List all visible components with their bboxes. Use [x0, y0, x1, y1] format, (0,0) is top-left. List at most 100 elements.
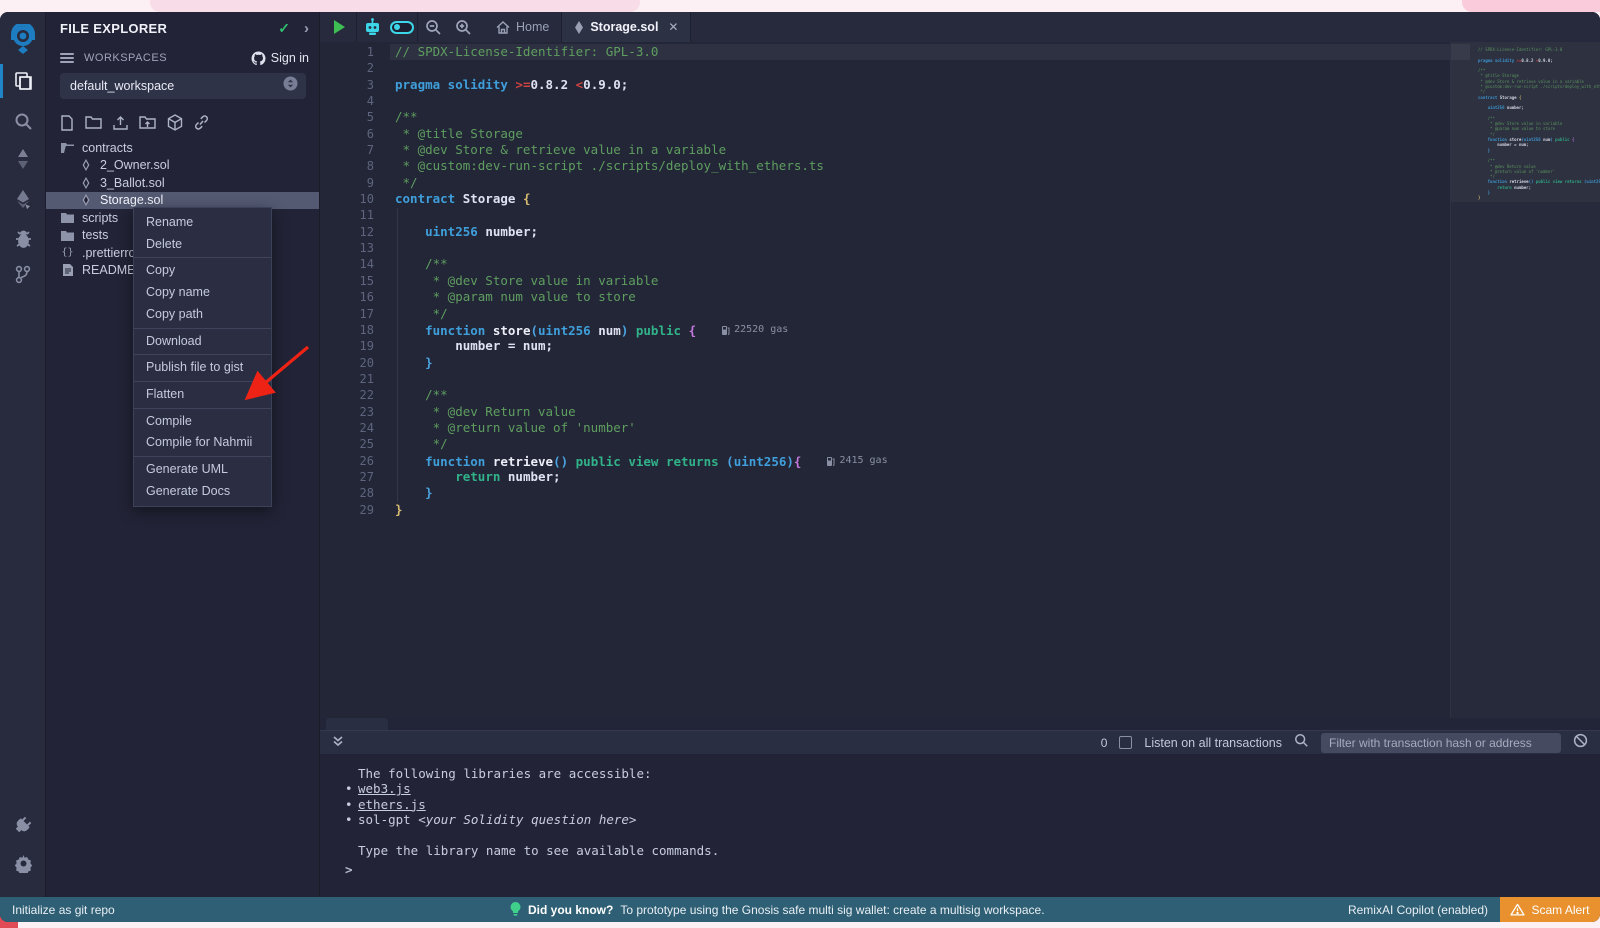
tab-storage-sol[interactable]: Storage.sol ✕: [562, 12, 690, 42]
scam-alert-button[interactable]: Scam Alert: [1500, 897, 1600, 922]
terminal-prompt[interactable]: >: [345, 862, 353, 877]
library-link[interactable]: web3.js: [358, 781, 411, 796]
cube-icon[interactable]: [166, 114, 183, 131]
line-number: 16: [320, 289, 374, 305]
menu-item-copy[interactable]: Copy: [134, 260, 271, 282]
fuel-pump-icon: [722, 325, 730, 335]
remix-logo-icon[interactable]: [0, 20, 46, 58]
terminal-output[interactable]: The following libraries are accessible:•…: [320, 754, 1600, 897]
minimap[interactable]: // SPDX-License-Identifier: GPL-3.0 prag…: [1450, 42, 1600, 718]
line-number: 17: [320, 306, 374, 322]
panel-title: FILE EXPLORER: [60, 21, 167, 36]
git-init-button[interactable]: Initialize as git repo: [12, 903, 115, 917]
expand-terminal-icon[interactable]: [332, 734, 344, 752]
terminal-line: •web3.js: [358, 781, 1600, 796]
copilot-status[interactable]: RemixAI Copilot (enabled): [1348, 903, 1488, 917]
terminal-resize-strip[interactable]: [320, 718, 1600, 730]
tip-text: To prototype using the Gnosis safe multi…: [620, 903, 1044, 917]
play-icon: [334, 20, 345, 34]
file-explorer-icon[interactable]: [0, 62, 46, 100]
solidity-file-icon: [82, 194, 90, 206]
transaction-count: 0: [1101, 736, 1108, 750]
menu-item-copy-name[interactable]: Copy name: [134, 282, 271, 304]
line-number: 15: [320, 273, 374, 289]
tab-home[interactable]: Home: [484, 12, 561, 42]
menu-item-rename[interactable]: Rename: [134, 212, 271, 234]
menu-item-compile-for-nahmii[interactable]: Compile for Nahmii: [134, 432, 271, 454]
toggle-icon: [390, 21, 414, 34]
settings-gear-icon[interactable]: [0, 844, 46, 882]
workspace-select[interactable]: default_workspace: [60, 73, 306, 99]
line-number: 10: [320, 191, 374, 207]
terminal-drag-handle[interactable]: [326, 718, 388, 730]
remixai-robot-icon[interactable]: [357, 12, 387, 42]
menu-item-download[interactable]: Download: [134, 331, 271, 353]
copilot-toggle[interactable]: [387, 12, 417, 42]
zoom-in-icon[interactable]: [448, 12, 478, 42]
line-number: 3: [320, 77, 374, 93]
line-number: 27: [320, 469, 374, 485]
line-number: 19: [320, 338, 374, 354]
editor-topbar: Home Storage.sol ✕: [320, 12, 1600, 42]
line-number: 14: [320, 256, 374, 272]
close-tab-icon[interactable]: ✕: [668, 20, 678, 34]
code-line-13: [395, 240, 1450, 256]
clear-terminal-icon[interactable]: [1573, 733, 1588, 753]
tree-item-3-ballot-sol[interactable]: 3_Ballot.sol: [46, 174, 319, 192]
link-icon[interactable]: [193, 114, 210, 131]
menu-item-generate-uml[interactable]: Generate UML: [134, 459, 271, 481]
workspaces-menu-icon[interactable]: [60, 51, 74, 65]
search-icon[interactable]: [0, 102, 46, 140]
file-context-menu: RenameDelete CopyCopy nameCopy path Downlo…: [133, 207, 272, 507]
menu-item-generate-docs[interactable]: Generate Docs: [134, 481, 271, 503]
code-editor[interactable]: 1234567891011121314151617181920212223242…: [320, 42, 1600, 718]
folder-icon: [61, 212, 74, 223]
run-script-button[interactable]: [320, 12, 356, 42]
menu-item-compile[interactable]: Compile: [134, 411, 271, 433]
indent-guide: [397, 208, 398, 502]
new-file-icon[interactable]: [58, 114, 75, 131]
browser-chrome-tab: [1462, 0, 1600, 12]
plugin-manager-icon[interactable]: [0, 805, 46, 843]
tree-item-contracts[interactable]: contracts: [46, 139, 319, 157]
debugger-icon[interactable]: [0, 220, 46, 258]
workspace-name: default_workspace: [70, 79, 174, 93]
line-number: 25: [320, 436, 374, 452]
code-line-10: contract Storage {: [395, 191, 1450, 207]
code-line-21: [395, 371, 1450, 387]
check-icon[interactable]: ✓: [278, 20, 290, 37]
line-numbers: 1234567891011121314151617181920212223242…: [320, 44, 390, 518]
deploy-and-run-icon[interactable]: [0, 180, 46, 218]
code-line-23: * @dev Return value: [395, 404, 1450, 420]
menu-item-copy-path[interactable]: Copy path: [134, 304, 271, 326]
git-icon[interactable]: [0, 255, 46, 293]
listen-checkbox[interactable]: [1119, 736, 1132, 749]
terminal-search-icon[interactable]: [1294, 733, 1309, 753]
line-number: 23: [320, 404, 374, 420]
divider: [690, 12, 691, 42]
solidity-compiler-icon[interactable]: [0, 140, 46, 178]
folder-icon: [61, 230, 74, 241]
tree-item-label: Storage.sol: [100, 193, 163, 207]
transaction-filter-input[interactable]: [1321, 733, 1561, 753]
zoom-out-icon[interactable]: [418, 12, 448, 42]
code-line-6: * @title Storage: [395, 126, 1450, 142]
code-line-16: * @param num value to store: [395, 289, 1450, 305]
upload-file-icon[interactable]: [112, 114, 129, 131]
chevron-right-icon[interactable]: ›: [304, 20, 309, 37]
menu-item-delete[interactable]: Delete: [134, 234, 271, 256]
menu-divider: [134, 257, 271, 258]
menu-item-flatten[interactable]: Flatten: [134, 384, 271, 406]
github-sign-in[interactable]: Sign in: [251, 51, 309, 65]
menu-item-publish-file-to-gist[interactable]: Publish file to gist: [134, 357, 271, 379]
new-folder-icon[interactable]: [85, 114, 102, 131]
select-caret-icon: [283, 76, 298, 96]
tree-item-label: scripts: [82, 211, 118, 225]
solidity-file-icon: [82, 177, 90, 189]
tree-item-label: 3_Ballot.sol: [100, 176, 165, 190]
library-link[interactable]: ethers.js: [358, 797, 426, 812]
upload-folder-icon[interactable]: [139, 114, 156, 131]
tree-item-2-owner-sol[interactable]: 2_Owner.sol: [46, 157, 319, 175]
code-line-27: return number;: [395, 469, 1450, 485]
tree-item-label: tests: [82, 228, 108, 242]
